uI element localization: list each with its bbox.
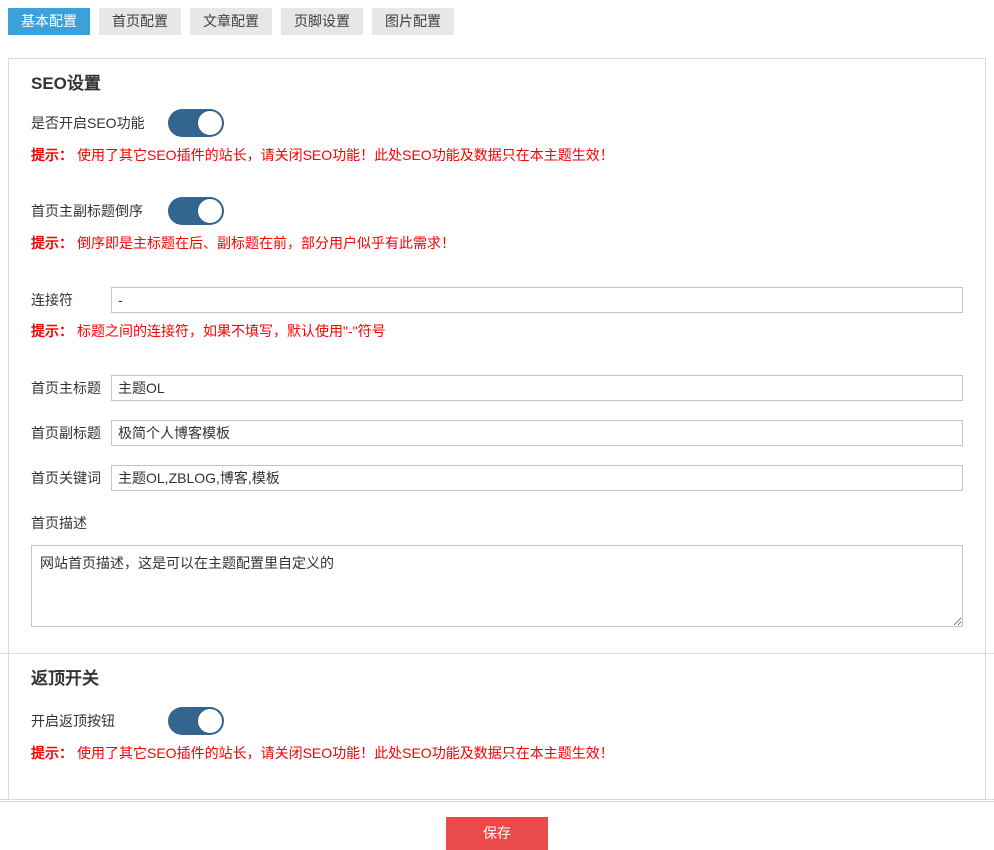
tab-home-config[interactable]: 首页配置 [99,8,181,35]
seo-enable-toggle[interactable] [168,109,224,137]
keywords-row: 首页关键词 [31,465,963,491]
hint-prefix: 提示： [31,745,73,761]
save-button[interactable]: 保存 [446,817,548,850]
hint-prefix: 提示： [31,323,73,339]
hint-prefix: 提示： [31,235,73,251]
toggle-knob [197,198,223,224]
title-reverse-row: 首页主副标题倒序 [31,197,963,225]
seo-enable-hint: 提示：使用了其它SEO插件的站长，请关闭SEO功能！此处SEO功能及数据只在本主… [31,146,963,165]
save-area: 保存 [0,800,994,850]
tab-footer-config[interactable]: 页脚设置 [281,8,363,35]
toggle-knob [197,110,223,136]
hint-text: 标题之间的连接符，如果不填写，默认使用"-"符号 [77,323,386,339]
back-top-section-title: 返顶开关 [31,668,963,690]
subtitle-label: 首页副标题 [31,423,111,443]
page-bottom-divider [0,801,994,802]
connector-hint: 提示：标题之间的连接符，如果不填写，默认使用"-"符号 [31,322,963,341]
back-top-toggle[interactable] [168,707,224,735]
main-title-label: 首页主标题 [31,378,111,398]
toggle-knob [197,708,223,734]
description-label: 首页描述 [31,513,963,533]
connector-input[interactable] [111,287,963,313]
title-reverse-label: 首页主副标题倒序 [31,201,168,221]
seo-enable-label: 是否开启SEO功能 [31,113,168,133]
config-panel: SEO设置 是否开启SEO功能 提示：使用了其它SEO插件的站长，请关闭SEO功… [8,58,986,799]
hint-text: 倒序即是主标题在后、副标题在前，部分用户似乎有此需求！ [77,235,455,251]
main-title-row: 首页主标题 [31,375,963,401]
connector-label: 连接符 [31,290,111,310]
section-divider [0,653,994,654]
title-reverse-toggle[interactable] [168,197,224,225]
tab-image-config[interactable]: 图片配置 [372,8,454,35]
main-title-input[interactable] [111,375,963,401]
connector-row: 连接符 [31,287,963,313]
seo-enable-row: 是否开启SEO功能 [31,109,963,137]
tab-basic-config[interactable]: 基本配置 [8,8,90,35]
keywords-label: 首页关键词 [31,468,111,488]
description-textarea[interactable]: 网站首页描述，这是可以在主题配置里自定义的 [31,545,963,627]
seo-section-title: SEO设置 [31,73,963,95]
title-reverse-hint: 提示：倒序即是主标题在后、副标题在前，部分用户似乎有此需求！ [31,234,963,253]
tab-article-config[interactable]: 文章配置 [190,8,272,35]
hint-text: 使用了其它SEO插件的站长，请关闭SEO功能！此处SEO功能及数据只在本主题生效… [77,745,614,761]
back-top-enable-row: 开启返顶按钮 [31,707,963,735]
subtitle-input[interactable] [111,420,963,446]
back-top-hint: 提示：使用了其它SEO插件的站长，请关闭SEO功能！此处SEO功能及数据只在本主… [31,744,963,763]
subtitle-row: 首页副标题 [31,420,963,446]
config-tabs: 基本配置 首页配置 文章配置 页脚设置 图片配置 [0,0,994,35]
hint-text: 使用了其它SEO插件的站长，请关闭SEO功能！此处SEO功能及数据只在本主题生效… [77,147,614,163]
hint-prefix: 提示： [31,147,73,163]
back-top-enable-label: 开启返顶按钮 [31,711,168,731]
keywords-input[interactable] [111,465,963,491]
